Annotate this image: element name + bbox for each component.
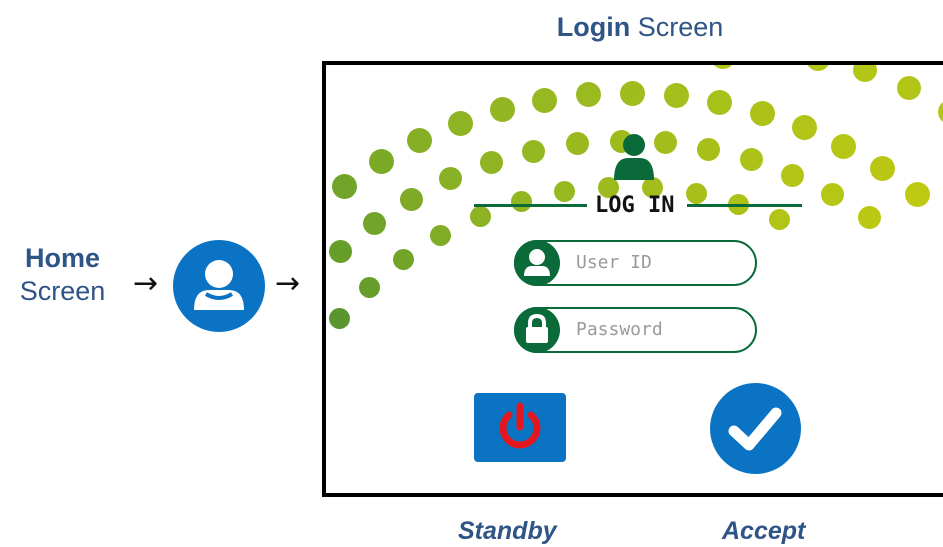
- decorative-dot: [653, 131, 677, 155]
- login-screen-title: Login Screen: [530, 12, 750, 43]
- decorative-dot: [368, 148, 394, 174]
- decorative-dot: [620, 80, 646, 106]
- decorative-dot: [576, 81, 602, 107]
- decorative-dot: [897, 75, 922, 100]
- decorative-dot: [707, 89, 733, 115]
- decorative-dot: [430, 224, 452, 246]
- decorative-dot: [663, 83, 689, 109]
- home-label-bold: Home: [24, 243, 100, 273]
- decorative-dot: [511, 191, 533, 213]
- title-bold: Login: [556, 12, 631, 42]
- decorative-dot: [905, 181, 931, 207]
- decorative-dot: [532, 87, 558, 113]
- decorative-dot: [820, 182, 844, 206]
- decorative-dot: [407, 127, 433, 153]
- home-label-rest: Screen: [19, 276, 106, 306]
- decorative-dot: [685, 183, 707, 205]
- decorative-dot: [393, 248, 415, 270]
- lock-icon: [514, 307, 560, 353]
- flow-arrow-1: →: [133, 266, 159, 301]
- decorative-dot: [522, 139, 546, 163]
- user-icon: [514, 240, 560, 286]
- password-field[interactable]: Password: [514, 307, 757, 353]
- heading-line-left: [474, 204, 587, 207]
- decorative-dot: [565, 132, 589, 156]
- heading-line-right: [687, 204, 802, 207]
- decorative-dot: [781, 163, 805, 187]
- decorative-dot: [711, 65, 736, 69]
- decorative-dot: [400, 187, 424, 211]
- home-user-button[interactable]: [173, 240, 265, 332]
- login-user-icon: [614, 134, 654, 180]
- checkmark-icon: [728, 407, 782, 451]
- decorative-dot: [769, 209, 791, 231]
- power-icon: [499, 402, 541, 449]
- title-rest: Screen: [630, 12, 724, 42]
- standby-button[interactable]: [474, 393, 566, 462]
- decorative-dot: [447, 110, 473, 136]
- decorative-dot: [857, 206, 881, 230]
- password-placeholder: Password: [576, 319, 663, 340]
- decorative-dot: [831, 133, 857, 159]
- decorative-dot: [750, 100, 776, 126]
- decorative-dot: [869, 155, 895, 181]
- decorative-dot: [480, 151, 504, 175]
- user-id-placeholder: User ID: [576, 252, 652, 273]
- decorative-dot: [938, 99, 943, 124]
- user-id-field[interactable]: User ID: [514, 240, 757, 286]
- login-heading: LOG IN: [595, 193, 675, 218]
- user-icon: [194, 260, 244, 310]
- decorative-dot: [806, 65, 831, 71]
- decorative-dot: [697, 137, 721, 161]
- home-screen-label: Home Screen: [0, 242, 125, 308]
- decorative-dot: [329, 239, 353, 263]
- decorative-dot: [332, 173, 358, 199]
- decorative-dot: [328, 308, 350, 330]
- decorative-dot: [363, 211, 387, 235]
- accept-caption: Accept: [722, 517, 806, 545]
- standby-caption: Standby: [458, 517, 557, 545]
- decorative-dot: [852, 65, 877, 82]
- accept-button[interactable]: [710, 383, 801, 474]
- decorative-dot: [359, 276, 381, 298]
- flow-arrow-2: →: [275, 266, 301, 301]
- decorative-dot: [791, 115, 817, 141]
- decorative-dot: [489, 97, 515, 123]
- decorative-dot: [554, 181, 576, 203]
- decorative-dot: [469, 205, 491, 227]
- decorative-dot: [739, 148, 763, 172]
- decorative-dot: [439, 167, 463, 191]
